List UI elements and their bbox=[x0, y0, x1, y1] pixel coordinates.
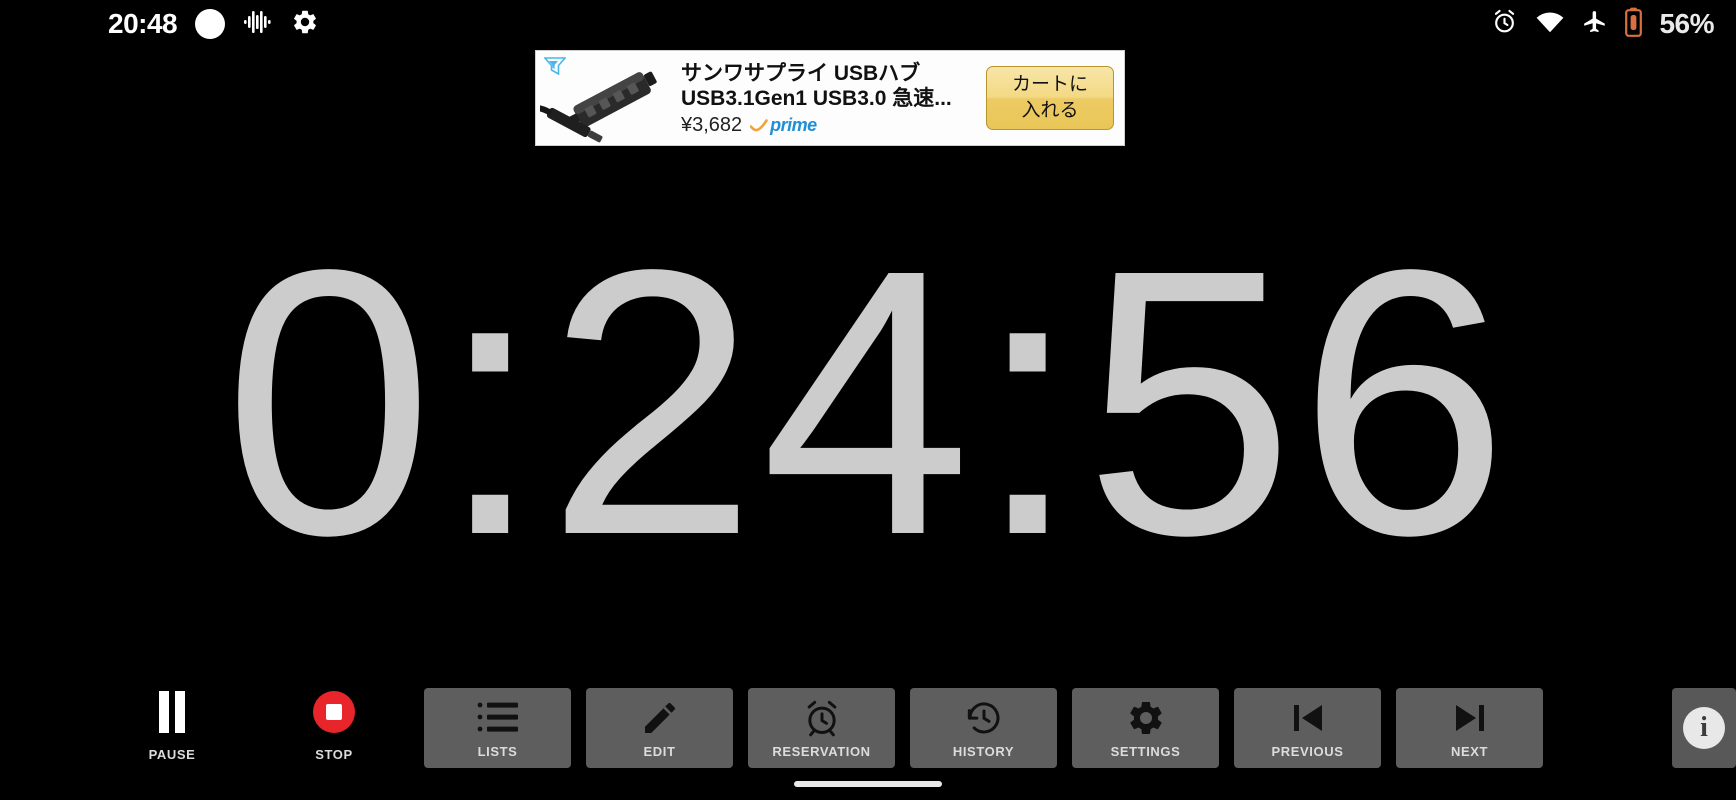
pause-button[interactable]: PAUSE bbox=[112, 676, 232, 768]
ad-add-to-cart-button[interactable]: カートに 入れる bbox=[986, 66, 1114, 130]
pause-icon bbox=[155, 686, 189, 738]
ad-price-row: ¥3,682 prime bbox=[681, 114, 982, 137]
edit-button[interactable]: EDIT bbox=[586, 688, 733, 768]
pause-label: PAUSE bbox=[148, 747, 196, 762]
home-gesture-pill[interactable] bbox=[794, 781, 942, 787]
status-bar-right: 56% bbox=[1491, 0, 1714, 48]
edit-label: EDIT bbox=[643, 744, 676, 759]
previous-button[interactable]: PREVIOUS bbox=[1234, 688, 1381, 768]
battery-percent-label: 56% bbox=[1659, 8, 1714, 39]
reservation-label: RESERVATION bbox=[772, 744, 871, 759]
status-bar-left: 20:48 bbox=[108, 0, 319, 48]
airplane-mode-icon bbox=[1582, 9, 1608, 40]
stop-button[interactable]: STOP bbox=[274, 676, 394, 768]
ad-price: ¥3,682 bbox=[681, 114, 743, 136]
usb-hub-product-image bbox=[536, 51, 681, 145]
ad-text-block: サンワサプライ USBハブ USB3.1Gen1 USB3.0 急速... ¥3… bbox=[681, 51, 986, 145]
skip-previous-icon bbox=[1288, 697, 1328, 739]
stop-label: STOP bbox=[315, 747, 353, 762]
list-icon bbox=[476, 697, 520, 739]
ad-cta-line1: カートに bbox=[1011, 74, 1088, 95]
next-label: NEXT bbox=[1450, 744, 1489, 759]
prime-check-icon bbox=[750, 118, 768, 131]
gear-icon bbox=[1126, 697, 1166, 739]
recording-dot-icon bbox=[195, 9, 226, 39]
ad-subtitle: USB3.1Gen1 USB3.0 急速... bbox=[681, 87, 952, 110]
alarm-clock-icon bbox=[802, 697, 842, 739]
battery-icon bbox=[1625, 7, 1643, 42]
settings-button[interactable]: SETTINGS bbox=[1072, 688, 1219, 768]
ad-cta-line2: 入れる bbox=[1021, 100, 1079, 121]
timer-app-screen: 20:48 56% サンワサプライ USBハブ USB3.1Gen1 USB3.… bbox=[0, 0, 1736, 800]
previous-label: PREVIOUS bbox=[1271, 744, 1344, 759]
settings-label: SETTINGS bbox=[1110, 744, 1181, 759]
control-bar: PAUSE STOP LISTS EDIT RESERVATION HISTOR… bbox=[0, 676, 1736, 768]
status-bar: 20:48 56% bbox=[0, 0, 1736, 48]
history-label: HISTORY bbox=[952, 744, 1015, 759]
prime-badge: prime bbox=[750, 115, 817, 136]
skip-next-icon bbox=[1450, 697, 1490, 739]
gear-icon bbox=[291, 8, 319, 41]
next-button[interactable]: NEXT bbox=[1396, 688, 1543, 768]
alarm-icon bbox=[1491, 8, 1518, 40]
reservation-button[interactable]: RESERVATION bbox=[748, 688, 895, 768]
ad-title: サンワサプライ USBハブ bbox=[681, 62, 921, 85]
history-button[interactable]: HISTORY bbox=[910, 688, 1057, 768]
audio-waveform-icon bbox=[243, 8, 273, 41]
pencil-icon bbox=[640, 697, 680, 739]
advertisement-banner[interactable]: サンワサプライ USBハブ USB3.1Gen1 USB3.0 急速... ¥3… bbox=[535, 50, 1125, 146]
info-button[interactable]: i bbox=[1672, 688, 1736, 768]
status-clock: 20:48 bbox=[108, 8, 178, 39]
wifi-icon bbox=[1535, 10, 1565, 39]
stop-icon bbox=[311, 686, 357, 738]
timer-display[interactable]: 0:24:56 bbox=[0, 214, 1736, 592]
lists-button[interactable]: LISTS bbox=[424, 688, 571, 768]
prime-label: prime bbox=[770, 115, 817, 135]
lists-label: LISTS bbox=[477, 744, 518, 759]
history-clock-icon bbox=[964, 697, 1004, 739]
info-icon: i bbox=[1683, 707, 1725, 749]
